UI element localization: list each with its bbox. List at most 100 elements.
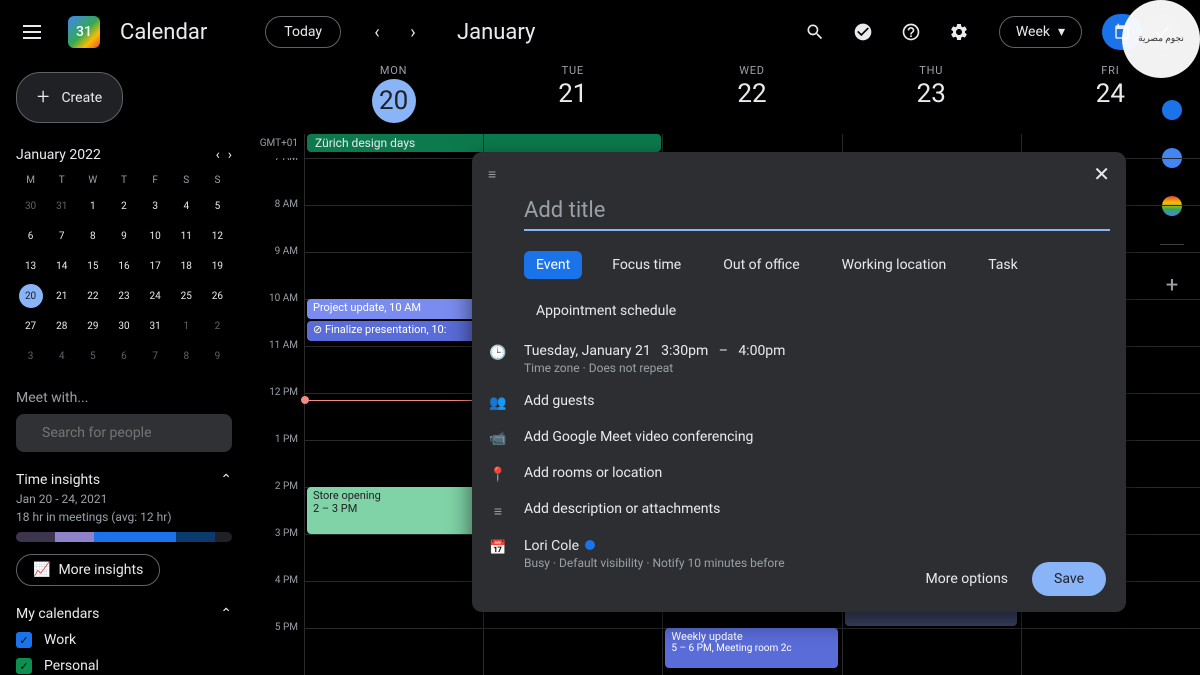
mini-day[interactable]: 16 <box>112 254 136 278</box>
mini-day[interactable]: 5 <box>81 344 105 368</box>
mini-day[interactable]: 19 <box>205 254 229 278</box>
event-store[interactable]: Store opening2 – 3 PM <box>307 487 479 534</box>
calendar-item[interactable]: ✓Personal <box>16 658 232 674</box>
hour-label: 12 PM <box>248 387 304 434</box>
more-insights-button[interactable]: 📈 More insights <box>16 554 160 586</box>
event-type-tab[interactable]: Event <box>524 251 582 279</box>
mini-prev-icon[interactable]: ‹ <box>216 147 220 163</box>
prev-button[interactable]: ‹ <box>361 16 393 48</box>
settings-icon[interactable] <box>939 12 979 52</box>
mini-day[interactable]: 8 <box>174 344 198 368</box>
organizer-name[interactable]: Lori Cole <box>524 538 579 554</box>
day-header-cell[interactable]: THU23 <box>842 64 1021 134</box>
drag-handle-icon[interactable]: ≡ <box>488 166 498 183</box>
event-start[interactable]: 3:30pm <box>661 343 708 359</box>
hour-label: 10 AM <box>248 293 304 340</box>
today-button[interactable]: Today <box>265 16 341 48</box>
mini-day[interactable]: 17 <box>143 254 167 278</box>
mini-day[interactable]: 4 <box>50 344 74 368</box>
mini-day[interactable]: 9 <box>205 344 229 368</box>
mini-next-icon[interactable]: › <box>228 147 232 163</box>
mini-day[interactable]: 30 <box>112 314 136 338</box>
mini-day[interactable]: 3 <box>19 344 43 368</box>
event-end[interactable]: 4:00pm <box>738 343 785 359</box>
mini-day[interactable]: 25 <box>174 284 198 308</box>
add-guests[interactable]: Add guests <box>524 393 594 409</box>
create-button[interactable]: + Create <box>16 72 123 123</box>
mini-day[interactable]: 23 <box>112 284 136 308</box>
calendar-item[interactable]: ✓Work <box>16 632 232 648</box>
day-header-cell[interactable]: WED22 <box>662 64 841 134</box>
mini-day[interactable]: 8 <box>81 224 105 248</box>
mini-day[interactable]: 30 <box>19 194 43 218</box>
hour-label: 4 PM <box>248 575 304 622</box>
insights-text: 18 hr in meetings (avg: 12 hr) <box>16 510 232 524</box>
event-date[interactable]: Tuesday, January 21 <box>524 343 651 359</box>
mini-day[interactable]: 28 <box>50 314 74 338</box>
mini-day[interactable]: 6 <box>112 344 136 368</box>
close-icon[interactable]: ✕ <box>1093 162 1110 186</box>
mini-day[interactable]: 29 <box>81 314 105 338</box>
calendar-icon: 📅 <box>488 538 508 556</box>
mini-day[interactable]: 2 <box>112 194 136 218</box>
mini-day[interactable]: 31 <box>143 314 167 338</box>
mini-day[interactable]: 14 <box>50 254 74 278</box>
tasks-icon[interactable] <box>843 12 883 52</box>
help-icon[interactable] <box>891 12 931 52</box>
people-search[interactable] <box>16 414 232 452</box>
mini-day[interactable]: 26 <box>205 284 229 308</box>
event-title-input[interactable]: Add title <box>524 198 1110 231</box>
next-button[interactable]: › <box>397 16 429 48</box>
checkbox-icon[interactable]: ✓ <box>16 632 32 648</box>
mini-day[interactable]: 18 <box>174 254 198 278</box>
event-type-tab[interactable]: Working location <box>830 251 959 279</box>
mini-day[interactable]: 22 <box>81 284 105 308</box>
mini-day[interactable]: 6 <box>19 224 43 248</box>
event-finalize[interactable]: ⊘ Finalize presentation, 10: <box>307 321 479 341</box>
mini-day[interactable]: 1 <box>81 194 105 218</box>
add-location[interactable]: Add rooms or location <box>524 465 662 481</box>
mini-day[interactable]: 12 <box>205 224 229 248</box>
save-button[interactable]: Save <box>1032 562 1106 596</box>
mini-day[interactable]: 21 <box>50 284 74 308</box>
mini-day[interactable]: 2 <box>205 314 229 338</box>
mini-day[interactable]: 4 <box>174 194 198 218</box>
day-header-cell[interactable]: TUE21 <box>483 64 662 134</box>
my-calendars-header[interactable]: My calendars⌃ <box>16 606 232 622</box>
event-project[interactable]: Project update, 10 AM <box>307 299 479 319</box>
hour-label: 1 PM <box>248 434 304 481</box>
view-selector[interactable]: Week▾ <box>999 16 1082 48</box>
add-description[interactable]: Add description or attachments <box>524 501 720 517</box>
event-type-tab[interactable]: Appointment schedule <box>524 297 688 325</box>
mini-day[interactable]: 24 <box>143 284 167 308</box>
people-search-input[interactable] <box>42 425 220 441</box>
mini-day[interactable]: 11 <box>174 224 198 248</box>
checkbox-icon[interactable]: ✓ <box>16 658 32 674</box>
mini-day[interactable]: 27 <box>19 314 43 338</box>
mini-day[interactable]: 5 <box>205 194 229 218</box>
mini-day[interactable]: 31 <box>50 194 74 218</box>
mini-day[interactable]: 10 <box>143 224 167 248</box>
event-type-tab[interactable]: Task <box>976 251 1030 279</box>
app-logo: 31 <box>64 12 104 52</box>
event-type-tab[interactable]: Focus time <box>600 251 693 279</box>
mini-day[interactable]: 20 <box>19 284 43 308</box>
event-type-tab[interactable]: Out of office <box>711 251 811 279</box>
event-weekly[interactable]: Weekly update5 – 6 PM, Meeting room 2c <box>665 628 837 668</box>
event-repeat[interactable]: Time zone · Does not repeat <box>524 361 785 375</box>
add-meet[interactable]: Add Google Meet video conferencing <box>524 429 753 445</box>
search-icon[interactable] <box>795 12 835 52</box>
mini-day[interactable]: 13 <box>19 254 43 278</box>
mini-day[interactable]: 7 <box>143 344 167 368</box>
time-insights-header[interactable]: Time insights⌃ <box>16 472 232 488</box>
mini-day[interactable]: 9 <box>112 224 136 248</box>
day-header-cell[interactable]: MON20 <box>304 64 483 134</box>
mini-day[interactable]: 3 <box>143 194 167 218</box>
mini-day[interactable]: 15 <box>81 254 105 278</box>
main-menu-button[interactable] <box>8 8 56 56</box>
mini-day[interactable]: 7 <box>50 224 74 248</box>
more-options-button[interactable]: More options <box>926 571 1009 587</box>
hour-label: 7 AM <box>248 158 304 199</box>
mini-day[interactable]: 1 <box>174 314 198 338</box>
day-header-cell[interactable]: FRI24 <box>1021 64 1200 134</box>
